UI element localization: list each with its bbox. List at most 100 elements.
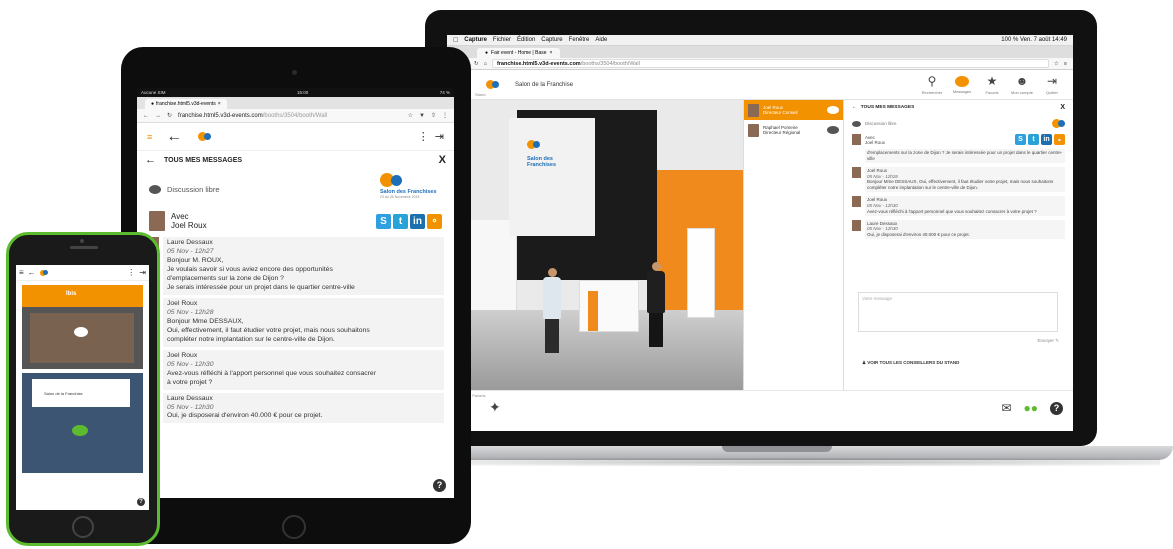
laptop-screen:  Capture Fichier Édition Capture Fenêtr… <box>447 35 1073 431</box>
chat-bubble-icon[interactable] <box>74 327 88 337</box>
tablet-browser-tab[interactable]: ● franchise.html5.v3d-events × <box>145 99 227 109</box>
back-icon[interactable]: ← <box>143 113 149 119</box>
bookmark-icon[interactable]: ☆ <box>1054 61 1059 67</box>
close-tab-icon[interactable]: × <box>218 101 221 107</box>
message-line: à votre projet ? <box>167 378 213 386</box>
avatar <box>852 219 861 231</box>
messages-button[interactable]: Messages <box>947 75 977 94</box>
discussion-label: Discussion libre <box>865 121 897 126</box>
tablet-tabstrip: ● franchise.html5.v3d-events × <box>137 97 454 109</box>
contact-item[interactable]: Joel Roux Directeur Conseil <box>744 100 843 120</box>
message-text: Bonjour Mme DESSAUX, Oui, effectivement,… <box>867 179 1054 191</box>
browser-tab[interactable]: ● Fair event - Home | Base × <box>477 48 561 58</box>
more-icon[interactable]: ⋮ <box>127 268 135 277</box>
phone-speaker <box>70 246 98 249</box>
salon-logo[interactable] <box>477 75 507 94</box>
forward-icon[interactable]: → <box>155 113 161 119</box>
chat-message: Joel Roux 05 Nov - 12h30 Avez-vous réflé… <box>147 349 444 390</box>
twitter-icon[interactable]: t <box>1028 134 1039 145</box>
skype-icon[interactable]: S <box>1015 134 1026 145</box>
contact-item[interactable]: Raphael Pomeire Directeur Régional <box>744 120 843 140</box>
skype-icon[interactable]: S <box>376 213 391 229</box>
home-icon[interactable]: ⌂ <box>484 61 487 67</box>
search-button[interactable]: ⚲ Rechercher <box>917 74 947 95</box>
linkedin-icon[interactable]: in <box>1041 134 1052 145</box>
dialog-icon[interactable]: ●● <box>1024 401 1039 415</box>
add-favorite-icon[interactable]: ✦ <box>489 399 501 416</box>
help-icon[interactable]: ? <box>433 479 446 492</box>
booth-thumbnail[interactable]: Ibis <box>22 285 143 369</box>
search-icon: ⚲ <box>927 74 937 88</box>
virtual-booth-view[interactable]: Salon des Franchises <box>447 100 743 390</box>
social-links: S t in ∘ <box>376 213 442 229</box>
hamburger-icon[interactable]: ≡ <box>147 132 152 142</box>
bookmark-icon[interactable]: ☆ <box>408 112 413 119</box>
hamburger-icon[interactable]: ≡ <box>19 268 24 277</box>
address-bar[interactable]: franchise.html5.v3d-events.com/booths/35… <box>178 113 402 119</box>
menu-edition[interactable]: Édition <box>517 37 535 43</box>
laptop-notch <box>722 446 832 452</box>
bottom-actions: ✉ ●● ? <box>1001 401 1063 415</box>
menu-icon[interactable]: ⋮ <box>442 112 448 119</box>
back-arrow-icon[interactable]: ← <box>166 128 182 146</box>
logout-button[interactable]: ⇥ Quitter <box>1037 74 1067 95</box>
menu-aide[interactable]: Aide <box>595 37 607 43</box>
avatar-hostess[interactable] <box>543 268 561 353</box>
phone-home-button[interactable] <box>72 516 94 538</box>
chat-bubble-icon[interactable] <box>827 106 839 114</box>
logout-icon[interactable]: ⇥ <box>139 268 146 277</box>
message-text: Oui, je disposerai d'environ 40.000 € po… <box>867 232 970 238</box>
star-icon: ★ <box>986 74 998 88</box>
rss-icon[interactable]: ∘ <box>1054 134 1065 145</box>
back-arrow-icon[interactable]: ← <box>145 154 156 166</box>
apple-icon[interactable]:  <box>453 37 458 44</box>
menu-fichier[interactable]: Fichier <box>493 37 511 43</box>
menu-icon[interactable]: ≡ <box>1064 61 1067 67</box>
email-icon[interactable]: ✉ <box>1001 401 1011 415</box>
booth-thumbnail[interactable]: Salon de la Franchise <box>22 373 143 473</box>
url-host: franchise.html5.v3d-events.com <box>178 112 263 119</box>
help-icon[interactable]: ? <box>137 498 145 506</box>
message-date: 05 Nov - 12h28 <box>167 308 214 316</box>
message-input[interactable]: Votre message <box>858 292 1058 332</box>
menubar-app[interactable]: Capture <box>464 37 487 43</box>
help-icon[interactable]: ? <box>1050 401 1063 415</box>
back-arrow-icon[interactable]: ← <box>28 268 36 277</box>
speech-bubble-icon <box>852 120 861 127</box>
send-button[interactable]: Envoyer ✎ <box>1037 338 1059 344</box>
avatar-advisor[interactable] <box>647 262 665 347</box>
salon-logo[interactable] <box>198 132 212 141</box>
social-links: S t in ∘ <box>1015 134 1065 145</box>
search-label: Rechercher <box>921 90 943 95</box>
account-button[interactable]: ☻ Mon compte <box>1007 74 1037 95</box>
address-bar[interactable]: franchise.html5.v3d-events.com/booths/35… <box>491 59 1049 68</box>
rss-icon[interactable]: ∘ <box>427 213 442 229</box>
tablet-home-button[interactable] <box>282 515 306 539</box>
twitter-icon[interactable]: t <box>393 213 408 229</box>
menu-fenetre[interactable]: Fenêtre <box>569 37 590 43</box>
contact-role: Directeur Conseil <box>763 110 798 115</box>
see-all-advisors-link[interactable]: ♟ VOIR TOUS LES CONSEILLERS DU STAND <box>862 360 959 366</box>
salon-logo[interactable] <box>39 269 48 276</box>
booth-logo: Salon des Franchises <box>527 136 583 176</box>
linkedin-icon[interactable]: in <box>410 213 425 229</box>
share-icon[interactable]: ⇧ <box>431 112 436 119</box>
close-button[interactable]: X <box>439 154 446 166</box>
more-icon[interactable]: ⋮ <box>418 130 429 143</box>
chat-bubble-icon[interactable] <box>827 126 839 134</box>
reload-icon[interactable]: ↻ <box>474 61 479 67</box>
chat-bubble-icon[interactable] <box>72 425 88 436</box>
avec-label: Avec <box>171 212 189 221</box>
mic-icon[interactable]: ▼ <box>419 113 425 119</box>
reload-icon[interactable]: ↻ <box>167 112 172 119</box>
favorites-button[interactable]: ★ Favoris <box>977 74 1007 95</box>
message-author: Joel Roux <box>167 299 198 307</box>
close-button[interactable]: X <box>1060 104 1065 111</box>
discussion-row: Discussion libre <box>852 119 1065 128</box>
close-tab-icon[interactable]: × <box>550 50 553 56</box>
booth-brochure-stand[interactable] <box>687 228 715 318</box>
message-text: Avez-vous réfléchi à l'apport personnel … <box>867 208 1037 214</box>
back-arrow-icon[interactable]: ← <box>852 105 857 110</box>
menu-capture[interactable]: Capture <box>541 37 562 43</box>
logout-icon[interactable]: ⇥ <box>435 130 444 143</box>
